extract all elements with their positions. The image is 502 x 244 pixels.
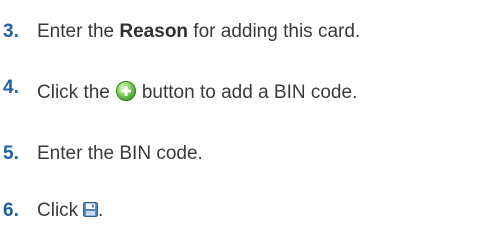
- save-icon: [83, 202, 99, 217]
- step-text-after: button to add a BIN code.: [141, 82, 358, 103]
- step-text-before: Enter the: [37, 21, 120, 42]
- step-number: 4.: [3, 77, 19, 98]
- step-number: 5.: [3, 143, 19, 164]
- step-text: Click .: [37, 196, 103, 226]
- step-text-before: Click the: [37, 82, 110, 103]
- step-text: Enter the Reason for adding this card.: [37, 17, 360, 47]
- add-circle-icon: [115, 81, 136, 101]
- step-text: Click the button to add a BIN code.: [37, 78, 357, 108]
- step-text-after: for adding this card.: [188, 21, 361, 42]
- step-number: 6.: [3, 200, 19, 221]
- reason-bold-term: Reason: [119, 21, 189, 42]
- step-text-after: .: [98, 200, 104, 221]
- step-number: 3.: [3, 21, 19, 42]
- step-text: Enter the BIN code.: [37, 143, 203, 164]
- step-text-before: Click: [37, 200, 79, 221]
